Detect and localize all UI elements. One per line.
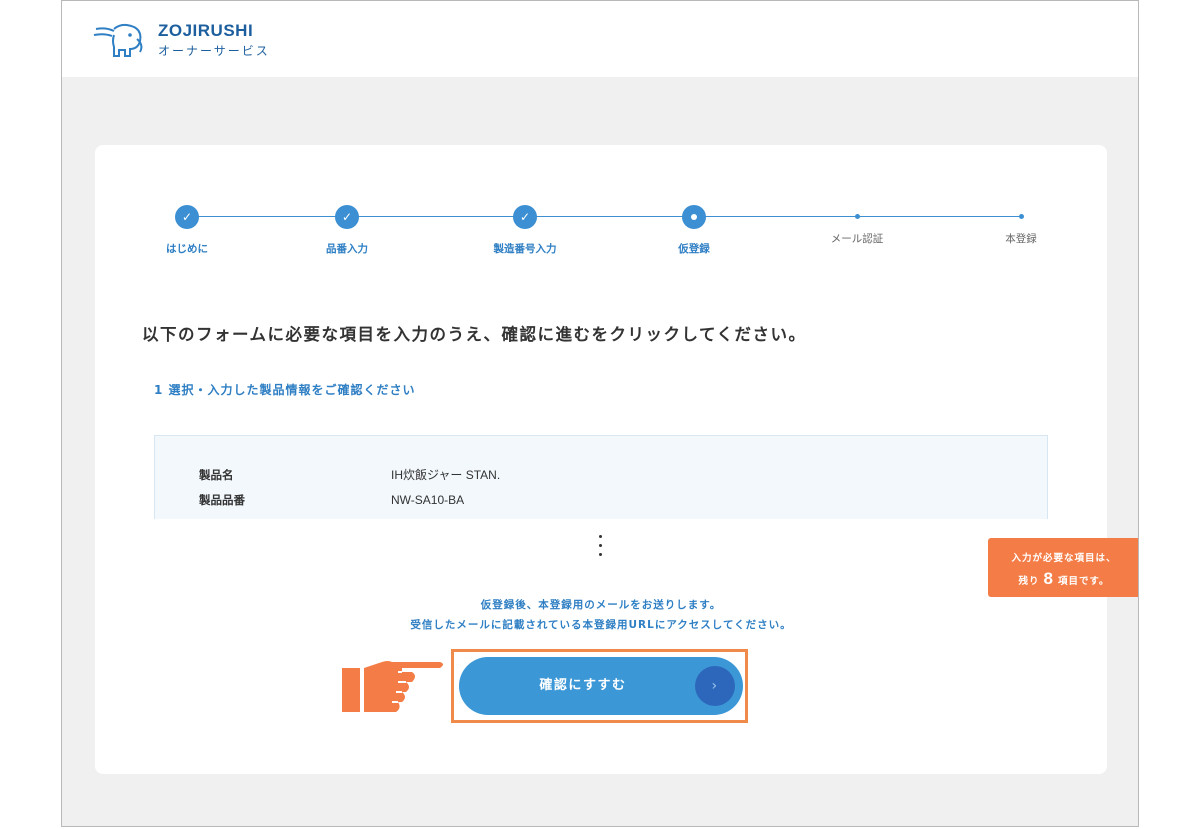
remaining-fields-badge: 入力が必要な項目は、 残り 8 項目です。 bbox=[988, 538, 1138, 597]
chevron-right-icon: › bbox=[695, 666, 735, 706]
brand-name[interactable]: ZOJIRUSHI bbox=[158, 21, 253, 41]
check-icon: ✓ bbox=[335, 205, 359, 229]
product-model-value: NW-SA10-BA bbox=[391, 493, 465, 507]
registration-notice: 仮登録後、本登録用のメールをお送りします。 受信したメールに記載されている本登録… bbox=[95, 595, 1107, 635]
step-label: はじめに bbox=[166, 243, 208, 255]
check-icon: ✓ bbox=[513, 205, 537, 229]
badge-count-line: 残り 8 項目です。 bbox=[988, 569, 1138, 589]
registration-card: ✓ はじめに ✓ 品番入力 ✓ 製造番号入力 仮登録 メール認証 本登録 以下の… bbox=[95, 145, 1138, 774]
remaining-count: 8 bbox=[1043, 569, 1054, 588]
step-provisional: 仮登録 bbox=[624, 205, 764, 256]
elephant-logo-icon[interactable] bbox=[92, 23, 144, 59]
page-instruction: 以下のフォームに必要な項目を入力のうえ、確認に進むをクリックしてください。 bbox=[142, 325, 807, 344]
pending-step-icon bbox=[854, 214, 860, 219]
step-label: 品番入力 bbox=[326, 243, 368, 255]
badge-line: 入力が必要な項目は、 bbox=[1011, 553, 1117, 564]
current-step-icon bbox=[682, 205, 706, 229]
step-serial-number: ✓ 製造番号入力 bbox=[455, 205, 595, 256]
progress-stepper: ✓ はじめに ✓ 品番入力 ✓ 製造番号入力 仮登録 メール認証 本登録 bbox=[95, 205, 1107, 265]
confirm-button[interactable]: 確認にすすむ › bbox=[459, 657, 743, 715]
section-title: 1 選択・入力した製品情報をご確認ください bbox=[154, 383, 416, 397]
notice-line: 受信したメールに記載されている本登録用URLにアクセスしてください。 bbox=[410, 619, 792, 631]
confirm-button-label: 確認にすすむ bbox=[539, 678, 627, 693]
product-name-label: 製品名 bbox=[199, 468, 234, 482]
vertical-ellipsis-icon bbox=[597, 535, 603, 565]
product-model-label: 製品品番 bbox=[199, 493, 245, 507]
step-model-number: ✓ 品番入力 bbox=[277, 205, 417, 256]
pointing-hand-icon bbox=[342, 661, 443, 712]
product-info-panel: 製品名 IH炊飯ジャー STAN. 製品品番 NW-SA10-BA bbox=[154, 435, 1048, 519]
notice-line: 仮登録後、本登録用のメールをお送りします。 bbox=[480, 599, 722, 611]
badge-suffix: 項目です。 bbox=[1057, 576, 1110, 587]
browser-frame: ZOJIRUSHI オーナーサービス ✓ はじめに ✓ 品番入力 ✓ 製造番号入… bbox=[61, 0, 1139, 827]
step-label: メール認証 bbox=[830, 233, 884, 245]
check-icon: ✓ bbox=[175, 205, 199, 229]
step-email-verify: メール認証 bbox=[787, 205, 927, 246]
product-name-value: IH炊飯ジャー STAN. bbox=[391, 468, 501, 482]
step-full-registration: 本登録 bbox=[951, 205, 1091, 246]
pending-step-icon bbox=[1018, 214, 1024, 219]
step-label: 仮登録 bbox=[678, 243, 710, 255]
badge-prefix: 残り bbox=[1018, 576, 1040, 587]
step-label: 本登録 bbox=[1005, 233, 1037, 245]
step-label: 製造番号入力 bbox=[493, 243, 557, 255]
product-row: 製品品番 NW-SA10-BA bbox=[199, 492, 464, 508]
site-header: ZOJIRUSHI オーナーサービス bbox=[62, 1, 1138, 77]
brand-subtitle: オーナーサービス bbox=[158, 44, 270, 58]
product-row: 製品名 IH炊飯ジャー STAN. bbox=[199, 466, 500, 483]
step-intro: ✓ はじめに bbox=[117, 205, 257, 256]
